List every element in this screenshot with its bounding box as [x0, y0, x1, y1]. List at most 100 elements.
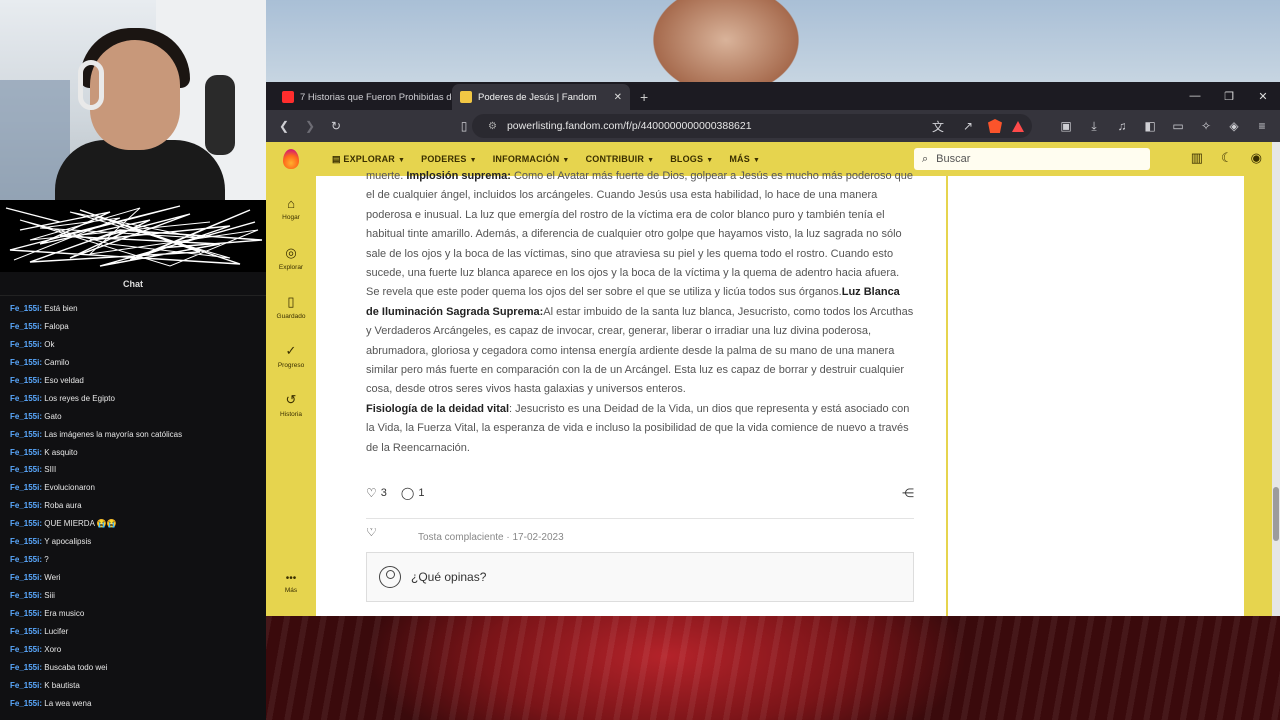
chat-username[interactable]: Fe_155i — [10, 448, 39, 457]
rail-label: Progreso — [277, 362, 305, 369]
post-text: muerte. — [366, 170, 404, 182]
comment-count: 1 — [418, 487, 425, 499]
chat-username[interactable]: Fe_155i — [10, 394, 39, 403]
chat-username[interactable]: Fe_155i — [10, 699, 39, 708]
chat-text: Lucifer — [44, 626, 69, 636]
dark-mode-icon[interactable]: ☾ — [1221, 150, 1233, 166]
chat-username[interactable]: Fe_155i — [10, 322, 39, 331]
ai-icon[interactable]: ✧ — [1196, 119, 1216, 134]
divider — [366, 518, 914, 519]
rail-item-progreso[interactable]: ✓ Progreso — [266, 343, 316, 369]
nav-label: CONTRIBUIR — [585, 154, 645, 164]
rail-item-historia[interactable]: ↺ Historia — [266, 392, 316, 418]
chat-message: Fe_155i: ? — [10, 551, 266, 569]
chat-message: Fe_155i: Ok — [10, 336, 266, 354]
chat-username[interactable]: Fe_155i — [10, 483, 39, 492]
chat-username[interactable]: Fe_155i — [10, 465, 39, 474]
chat-username[interactable]: Fe_155i — [10, 358, 39, 367]
user-icon[interactable]: ◉ — [1251, 150, 1262, 166]
downloads-icon[interactable]: ⤓ — [1084, 119, 1104, 134]
nav-label: INFORMACIÓN — [492, 154, 560, 164]
rail-item-mas[interactable]: ••• Más — [266, 573, 316, 594]
media-icon[interactable]: ♫ — [1112, 119, 1132, 134]
chat-username[interactable]: Fe_155i — [10, 340, 39, 349]
new-tab-button[interactable]: + — [640, 84, 648, 110]
chat-username[interactable]: Fe_155i — [10, 376, 39, 385]
avatar-icon — [379, 566, 401, 588]
chat-username[interactable]: Fe_155i — [10, 430, 39, 439]
chat-username[interactable]: Fe_155i — [10, 609, 39, 618]
chat-username[interactable]: Fe_155i — [10, 645, 39, 654]
back-icon[interactable]: ❮ — [274, 119, 294, 133]
chat-username[interactable]: Fe_155i — [10, 681, 39, 690]
rail-item-hogar[interactable]: ⌂ Hogar — [266, 196, 316, 221]
chat-username[interactable]: Fe_155i — [10, 573, 39, 582]
chat-text: Falopa — [44, 321, 69, 331]
share-icon[interactable]: ↗ — [958, 119, 978, 133]
chat-message: Fe_155i: Xoro — [10, 641, 266, 659]
chat-username[interactable]: Fe_155i — [10, 412, 39, 421]
rail-label: Historia — [279, 411, 303, 418]
chat-username[interactable]: Fe_155i — [10, 591, 39, 600]
comment-input[interactable]: ¿Qué opinas? — [366, 552, 914, 602]
comment-placeholder: ¿Qué opinas? — [411, 570, 487, 584]
toolbar-actions: ▣ ⤓ ♫ ◧ ▭ ✧ ◈ ≡ — [1056, 119, 1272, 134]
rail-item-explorar[interactable]: ◎ Explorar — [266, 245, 316, 271]
address-bar-actions: 文 ↗ — [928, 118, 1024, 135]
share-icon[interactable]: ⋲ — [902, 486, 914, 500]
book-icon[interactable]: ▥ — [1191, 150, 1203, 166]
address-bar[interactable]: ▯ ⚙ powerlisting.fandom.com/f/p/44000000… — [461, 114, 1032, 138]
url-text: powerlisting.fandom.com/f/p/440000000000… — [506, 120, 752, 132]
nav-blogs[interactable]: BLOGS ▼ — [670, 154, 713, 164]
scrollbar-thumb[interactable] — [1273, 487, 1279, 541]
scrollbar[interactable] — [1272, 142, 1280, 616]
brave-shields-icon[interactable] — [988, 119, 1002, 133]
sidebar-icon[interactable]: ◧ — [1140, 119, 1160, 134]
reload-icon[interactable]: ↻ — [326, 119, 346, 133]
rail-item-guardado[interactable]: ▯ Guardado — [266, 294, 316, 320]
chat-text: Era musico — [44, 608, 85, 618]
forward-icon[interactable]: ❯ — [300, 119, 320, 133]
chat-username[interactable]: Fe_155i — [10, 627, 39, 636]
heart-icon[interactable]: ♡ — [366, 528, 377, 539]
nav-contribuir[interactable]: CONTRIBUIR ▼ — [586, 154, 655, 164]
chat-text: SIII — [44, 465, 57, 475]
chat-message: Fe_155i: SIII — [10, 461, 266, 479]
nav-explorar[interactable]: ▤ EXPLORAR ▼ — [332, 154, 405, 165]
tab-youtube[interactable]: 7 Historias que Fueron Prohibidas de — [274, 84, 452, 110]
nav-poderes[interactable]: PODERES ▼ — [421, 154, 477, 164]
nav-label: PODERES — [421, 154, 467, 164]
translate-icon[interactable]: 文 — [928, 118, 948, 135]
maximize-icon[interactable]: ❐ — [1212, 90, 1246, 103]
chat-username[interactable]: Fe_155i — [10, 519, 39, 528]
leo-icon[interactable]: ▣ — [1056, 119, 1076, 134]
chat-text: Xoro — [44, 644, 62, 654]
nav-mas[interactable]: MÁS ▼ — [729, 154, 760, 164]
nav-label: EXPLORAR — [343, 153, 396, 164]
chat-username[interactable]: Fe_155i — [10, 663, 39, 672]
close-window-icon[interactable]: ✕ — [1246, 90, 1280, 103]
search-input[interactable]: ⌕ Buscar — [914, 148, 1150, 170]
site-info-icon[interactable]: ⚙ — [488, 121, 497, 132]
bookmark-icon[interactable]: ▯ — [454, 119, 474, 133]
nav-informacion[interactable]: INFORMACIÓN ▼ — [493, 154, 570, 164]
wallet-icon[interactable]: ▭ — [1168, 119, 1188, 134]
chat-username[interactable]: Fe_155i — [10, 304, 39, 313]
vpn-icon[interactable]: ◈ — [1224, 119, 1244, 134]
chat-username[interactable]: Fe_155i — [10, 537, 39, 546]
fandom-logo[interactable] — [266, 149, 316, 169]
chat-username[interactable]: Fe_155i — [10, 501, 39, 510]
like-button[interactable]: ♡ 3 — [366, 486, 387, 500]
minimize-icon[interactable]: — — [1178, 90, 1212, 102]
heart-icon: ♡ — [366, 486, 377, 500]
brave-rewards-icon[interactable] — [1012, 120, 1024, 132]
close-tab-icon[interactable]: ✕ — [614, 92, 622, 103]
chevron-down-icon: ▼ — [562, 157, 570, 164]
menu-icon[interactable]: ≡ — [1252, 119, 1272, 134]
tab-fandom[interactable]: Poderes de Jesús | Fandom ✕ — [452, 84, 630, 110]
post-text: Como el Avatar más fuerte de Dios, golpe… — [366, 170, 914, 299]
nav-label: BLOGS — [670, 154, 704, 164]
chat-username[interactable]: Fe_155i — [10, 555, 39, 564]
rail-label: Explorar — [278, 264, 304, 271]
comments-button[interactable]: ◯ 1 — [401, 486, 425, 500]
